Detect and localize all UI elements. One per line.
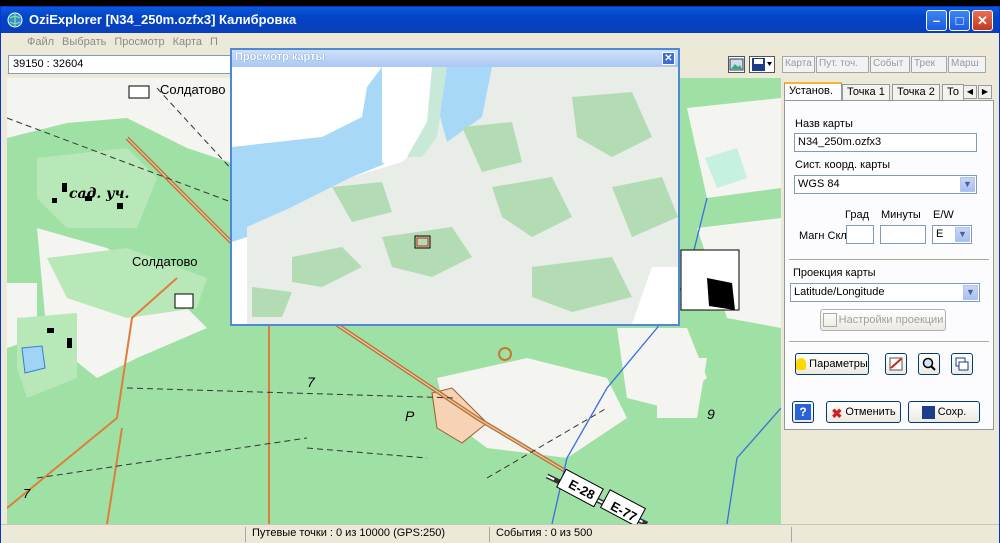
save-label: Сохр. [937, 406, 967, 418]
zoom-button[interactable] [918, 353, 940, 375]
coord-system-label: Сист. коорд. карты [795, 159, 891, 171]
toolbar-route-button[interactable]: Марш [948, 56, 986, 73]
map-label-quarter-7: 7 [307, 374, 315, 390]
parameters-button[interactable]: Параметры [795, 353, 869, 375]
divider [789, 259, 989, 261]
tab-scroll-left-icon[interactable]: ◀ [963, 85, 977, 99]
window-title: OziExplorer [N34_250m.ozfx3] Калибровка [29, 12, 297, 27]
preview-title-bar[interactable]: Просмотр карты ✕ [232, 50, 678, 67]
declination-minutes-field[interactable] [880, 225, 926, 244]
map-label-soldatovo: Солдатово [160, 82, 226, 97]
save-disk-icon[interactable] [749, 56, 775, 73]
projection-label: Проекция карты [793, 267, 876, 279]
magnifier-icon [922, 357, 936, 371]
save-disk-icon [921, 406, 935, 419]
map-name-field[interactable]: N34_250m.ozfx3 [794, 133, 977, 152]
tab-point-2[interactable]: Точка 2 [892, 84, 940, 101]
help-button[interactable]: ? [792, 401, 814, 423]
toolbar-events-button[interactable]: Событ [870, 56, 910, 73]
tab-scroll-right-icon[interactable]: ▶ [978, 85, 992, 99]
cancel-label: Отменить [845, 406, 896, 418]
open-area [687, 98, 781, 198]
magnetic-declination-label: Магн Скл [799, 230, 847, 242]
chevron-down-icon[interactable]: ▼ [955, 227, 970, 242]
cancel-x-icon: ✖ [831, 406, 843, 421]
map-name-label: Назв карты [795, 118, 853, 130]
menu-map[interactable]: Карта [169, 33, 206, 51]
close-icon: ✕ [664, 53, 673, 64]
map-label-garden: сад. уч. [69, 186, 130, 202]
grid-check-icon [889, 357, 903, 371]
open-area [657, 358, 707, 418]
parameters-label: Параметры [809, 358, 868, 370]
tab-point-1[interactable]: Точка 1 [842, 84, 890, 101]
calibration-tabs: Установ. Точка 1 Точка 2 То ◀ ▶ [782, 82, 999, 102]
projection-settings-button[interactable]: Настройки проекции [820, 309, 946, 331]
settings-tab-page: Назв карты N34_250m.ozfx3 Сист. коорд. к… [784, 100, 994, 430]
coordinates-field[interactable]: 39150 : 32604 [8, 55, 231, 74]
menu-select[interactable]: Выбрать [58, 33, 110, 51]
lightbulb-icon [796, 358, 807, 370]
water-pond [21, 345, 46, 374]
coord-system-value: WGS 84 [798, 178, 840, 190]
toolbar-map-button[interactable]: Карта [782, 56, 815, 73]
overview-map [232, 67, 678, 324]
east-west-select[interactable]: E ▼ [932, 225, 972, 244]
map-preview-window[interactable]: Просмотр карты ✕ [230, 48, 680, 326]
east-west-value: E [936, 228, 944, 240]
title-bar[interactable]: OziExplorer [N34_250m.ozfx3] Калибровка … [1, 7, 999, 33]
degrees-label: Град [845, 209, 869, 221]
map-label-soldatovo-village: Солдатово [132, 254, 198, 269]
app-globe-icon [7, 12, 23, 28]
main-window: OziExplorer [N34_250m.ozfx3] Калибровка … [0, 6, 1000, 543]
projection-value: Latitude/Longitude [794, 286, 885, 298]
projection-select[interactable]: Latitude/Longitude ▼ [790, 283, 980, 302]
calibration-panel: Установ. Точка 1 Точка 2 То ◀ ▶ Назв кар… [782, 78, 999, 524]
map-label-quarter-7-left: 7 [23, 486, 31, 501]
chevron-down-icon[interactable]: ▼ [960, 177, 975, 192]
minimize-button[interactable]: – [926, 10, 947, 31]
events-status: События : 0 из 500 [489, 527, 789, 542]
close-icon: ✕ [977, 13, 988, 28]
maximize-button[interactable]: □ [949, 10, 970, 31]
picture-icon[interactable] [728, 56, 745, 73]
save-button[interactable]: Сохр. [908, 401, 980, 423]
divider [789, 341, 989, 343]
minutes-label: Минуты [881, 209, 921, 221]
grid-check-button[interactable] [885, 353, 907, 375]
help-icon: ? [795, 404, 811, 420]
toolbar-track-button[interactable]: Трек [911, 56, 947, 73]
menu-view[interactable]: Просмотр [110, 33, 168, 51]
declination-degrees-field[interactable] [846, 225, 874, 244]
menu-file[interactable]: Файл [23, 33, 58, 51]
copy-window-button[interactable] [951, 353, 973, 375]
preview-title: Просмотр карты [235, 51, 325, 63]
cancel-button[interactable]: ✖ Отменить [826, 401, 901, 423]
preview-map-overview[interactable] [232, 67, 678, 324]
map-label-p: Р [405, 408, 415, 424]
east-west-label: E/W [933, 209, 954, 221]
maximize-icon: □ [955, 13, 964, 28]
chevron-down-icon[interactable]: ▼ [963, 285, 978, 300]
status-empty-cell [791, 527, 991, 542]
close-button[interactable]: ✕ [972, 10, 993, 31]
minimize-icon: – [932, 13, 941, 28]
coord-system-select[interactable]: WGS 84 ▼ [794, 175, 977, 194]
projection-settings-label: Настройки проекции [838, 314, 944, 326]
windows-icon [955, 357, 969, 371]
map-label-quarter-9: 9 [707, 406, 715, 422]
waypoints-status: Путевые точки : 0 из 10000 (GPS:250) [245, 527, 485, 542]
tab-point-3[interactable]: То [942, 84, 964, 101]
settings-tool-icon [822, 313, 837, 327]
menu-partial[interactable]: П [206, 33, 222, 51]
tab-settings[interactable]: Установ. [784, 82, 842, 102]
status-bar: Путевые точки : 0 из 10000 (GPS:250) Соб… [1, 524, 999, 543]
toolbar-waypoints-button[interactable]: Пут. точ. [816, 56, 869, 73]
preview-close-button[interactable]: ✕ [662, 52, 675, 65]
